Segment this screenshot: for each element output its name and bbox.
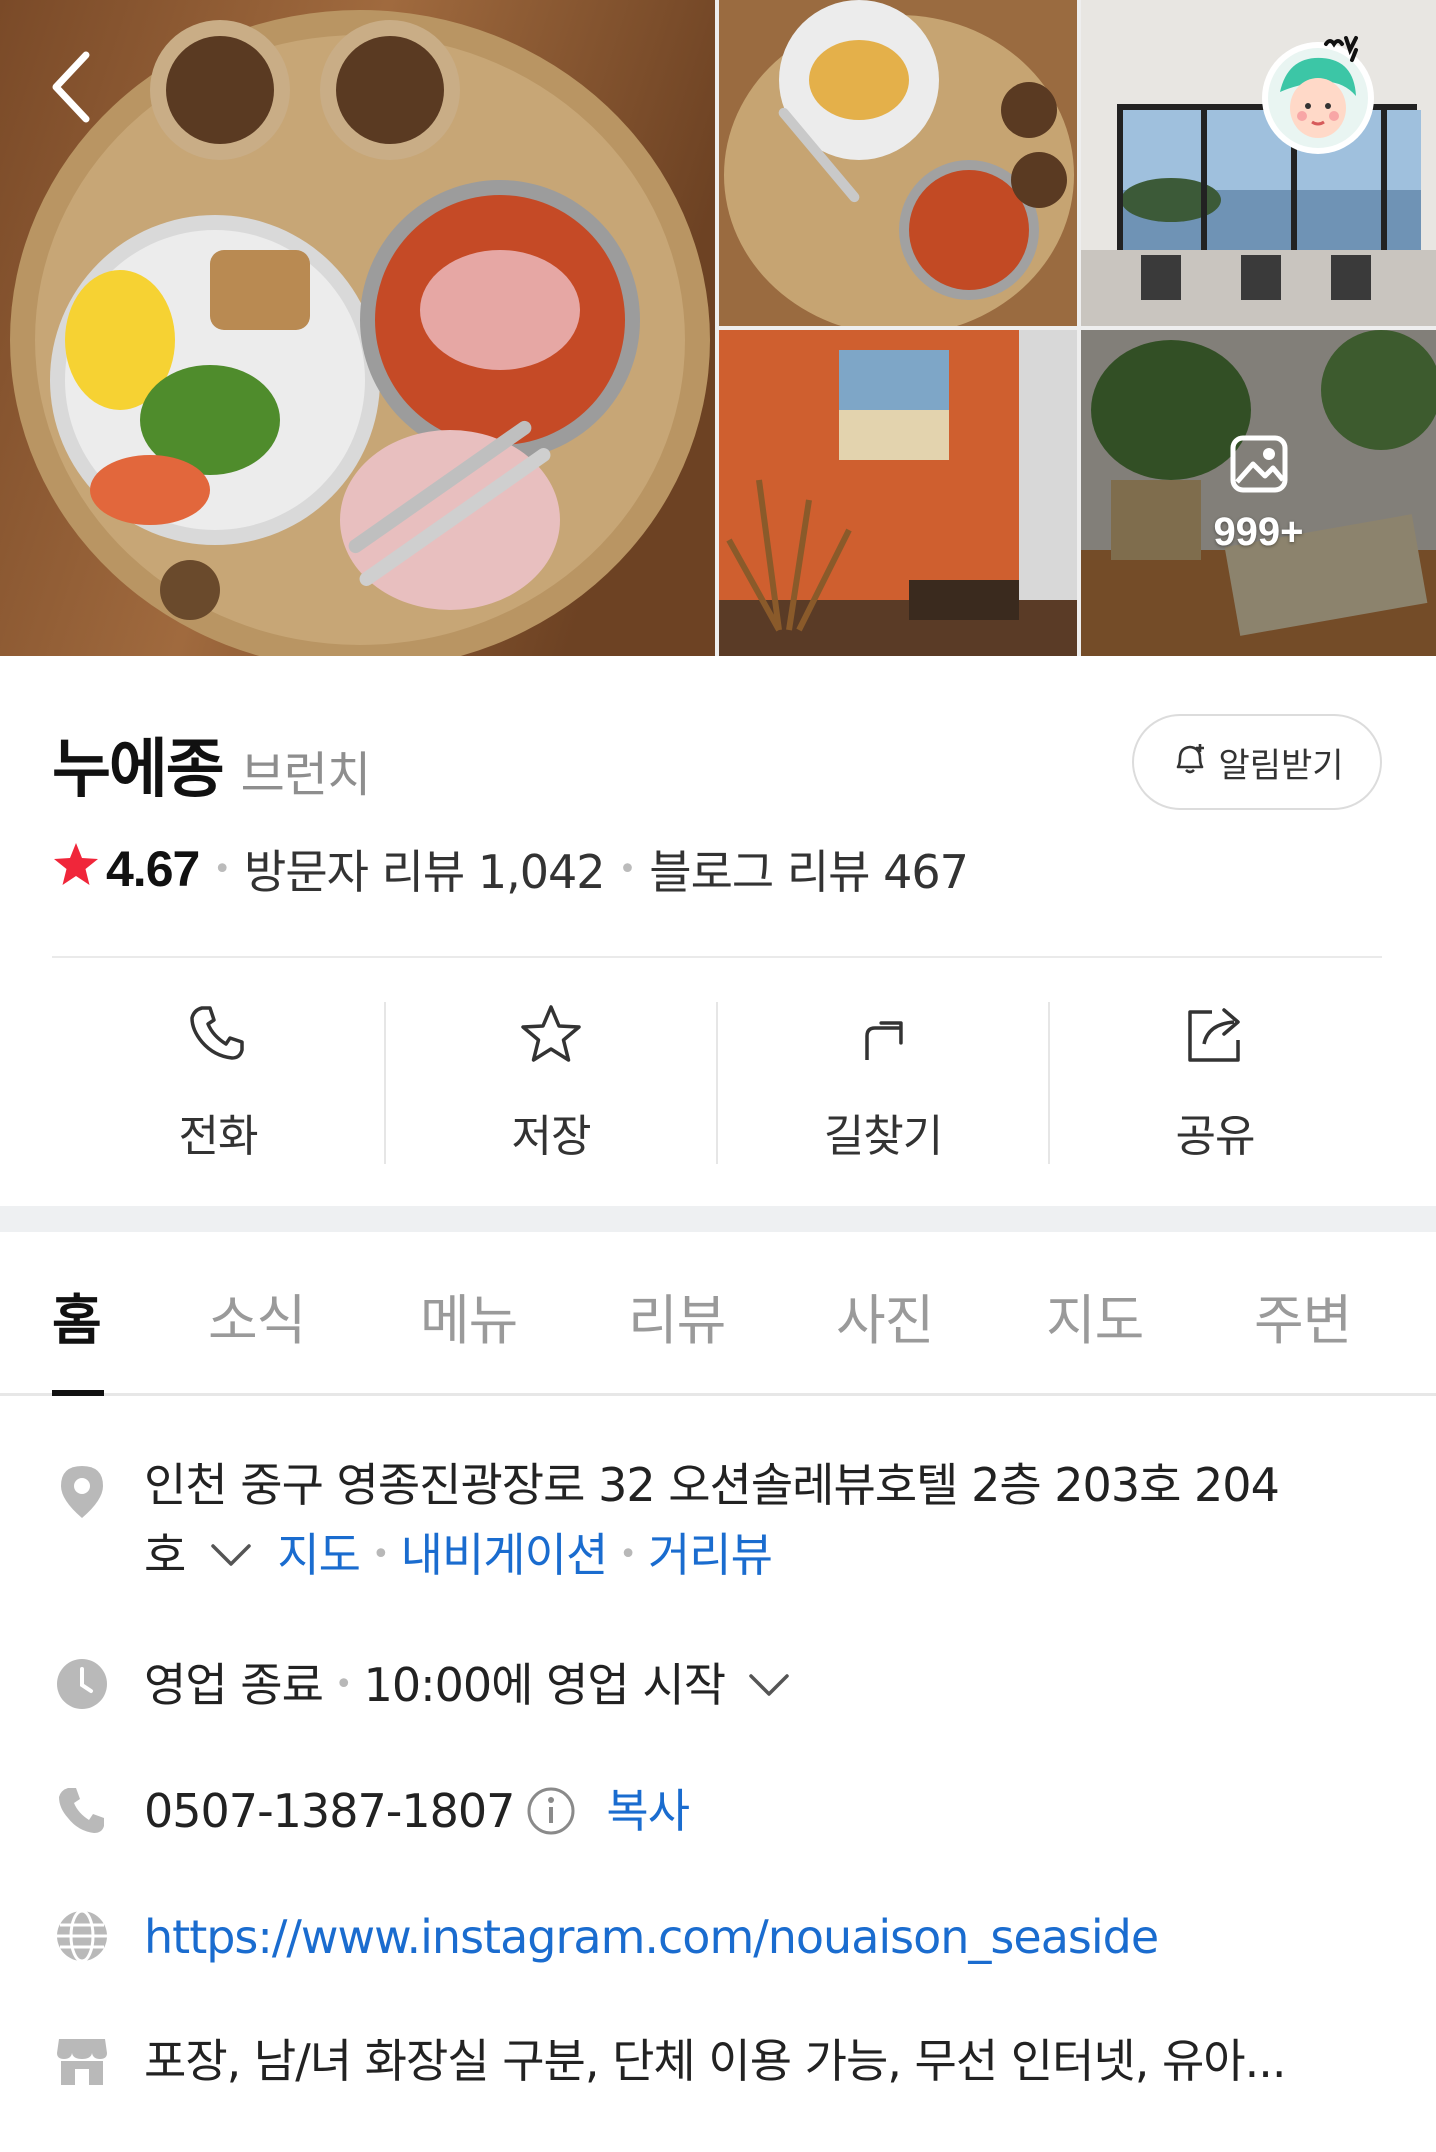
info-icon[interactable] [526, 1786, 576, 1836]
star-outline-icon [518, 1002, 584, 1072]
hours-next-open: 10:00에 영업 시작 [363, 1658, 726, 1712]
hours-status: 영업 종료 [144, 1658, 324, 1712]
tab-menu[interactable]: 메뉴 [420, 1276, 518, 1355]
globe-icon [54, 1908, 110, 1964]
phone-number[interactable]: 0507-1387-1807 [144, 1776, 515, 1846]
rating-row: 4.67 • 방문자 리뷰 1,042 • 블로그 리뷰 467 [52, 836, 969, 902]
main-photo[interactable] [0, 0, 715, 656]
bell-plus-icon [1170, 738, 1210, 787]
section-divider [0, 1206, 1436, 1232]
visitor-review-count[interactable]: 방문자 리뷰 1,042 [244, 836, 606, 902]
place-name: 누에종 [52, 733, 225, 807]
phone-icon [54, 1782, 110, 1838]
action-bar: 전화 저장 길찾기 공유 [0, 1002, 1436, 1164]
share-label: 공유 [1175, 1111, 1256, 1162]
active-tab-indicator [52, 1390, 104, 1396]
separator-dot: • [334, 1667, 353, 1702]
navigation-link[interactable]: 내비게이션 [401, 1520, 609, 1590]
call-button[interactable]: 전화 [52, 1002, 384, 1164]
amenities-text: 포장, 남/녀 화장실 구분, 단체 이용 가능, 무선 인터넷, 유아... [144, 2034, 1286, 2088]
phone-icon [186, 1002, 250, 1070]
photo-gallery: 999+ [0, 0, 1436, 656]
image-icon [1227, 432, 1291, 500]
address-text-cont: 호 [144, 1528, 186, 1582]
photo-thumb-brunch[interactable] [719, 0, 1077, 326]
star-icon [52, 840, 100, 899]
clock-icon [54, 1656, 110, 1712]
map-link[interactable]: 지도 [277, 1520, 361, 1590]
chevron-down-icon[interactable] [209, 1542, 253, 1568]
avatar [1258, 36, 1386, 158]
website-row: https://www.instagram.com/nouaison_seasi… [0, 1902, 1436, 1972]
my-profile-button[interactable] [1258, 26, 1386, 154]
tab-map[interactable]: 지도 [1046, 1276, 1144, 1355]
separator-dot: • [619, 1537, 637, 1572]
photo-thumb-interior[interactable] [719, 330, 1077, 656]
share-button[interactable]: 공유 [1050, 1002, 1380, 1164]
save-button[interactable]: 저장 [386, 1002, 716, 1164]
store-icon [54, 2032, 110, 2088]
hours-row[interactable]: 영업 종료 • 10:00에 영업 시작 [0, 1650, 1436, 1720]
tab-home[interactable]: 홈 [52, 1276, 102, 1355]
directions-label: 길찾기 [823, 1111, 943, 1162]
divider [52, 956, 1382, 958]
separator-dot: • [213, 851, 231, 887]
more-photos-count: 999+ [1213, 509, 1304, 554]
notify-button[interactable]: 알림받기 [1132, 714, 1382, 810]
place-title-row: 누에종 브런치 [52, 718, 371, 810]
amenities-row[interactable]: 포장, 남/녀 화장실 구분, 단체 이용 가능, 무선 인터넷, 유아... [0, 2026, 1436, 2096]
phone-row: 0507-1387-1807 복사 [0, 1776, 1436, 1846]
save-label: 저장 [511, 1111, 592, 1162]
website-link[interactable]: https://www.instagram.com/nouaison_seasi… [144, 1910, 1159, 1964]
chevron-left-icon [48, 49, 92, 129]
call-label: 전화 [178, 1111, 259, 1162]
streetview-link[interactable]: 거리뷰 [648, 1520, 773, 1590]
tab-bar: 홈 소식 메뉴 리뷰 사진 지도 주변 [0, 1232, 1436, 1396]
place-category: 브런치 [240, 747, 371, 803]
share-icon [1182, 1002, 1248, 1072]
separator-dot: • [618, 851, 637, 887]
more-photos-overlay[interactable]: 999+ [1081, 330, 1436, 656]
directions-arrow-icon [851, 1002, 915, 1070]
copy-button[interactable]: 복사 [606, 1776, 690, 1846]
chevron-down-icon[interactable] [747, 1672, 791, 1698]
notify-label: 알림받기 [1218, 745, 1344, 786]
tab-photo[interactable]: 사진 [836, 1276, 934, 1355]
back-button[interactable] [40, 44, 100, 134]
address-row: 인천 중구 영종진광장로 32 오션솔레뷰호텔 2층 203호 204 호 지도… [0, 1450, 1436, 1600]
separator-dot: • [371, 1537, 390, 1572]
address-text: 인천 중구 영종진광장로 32 오션솔레뷰호텔 2층 203호 204 [144, 1458, 1280, 1512]
blog-review-count[interactable]: 블로그 리뷰 467 [649, 836, 969, 902]
directions-button[interactable]: 길찾기 [718, 1002, 1048, 1164]
location-pin-icon [54, 1464, 110, 1520]
tab-news[interactable]: 소식 [208, 1276, 306, 1355]
tab-review[interactable]: 리뷰 [628, 1276, 726, 1355]
rating-score: 4.67 [106, 841, 200, 897]
tab-nearby[interactable]: 주변 [1254, 1276, 1352, 1355]
